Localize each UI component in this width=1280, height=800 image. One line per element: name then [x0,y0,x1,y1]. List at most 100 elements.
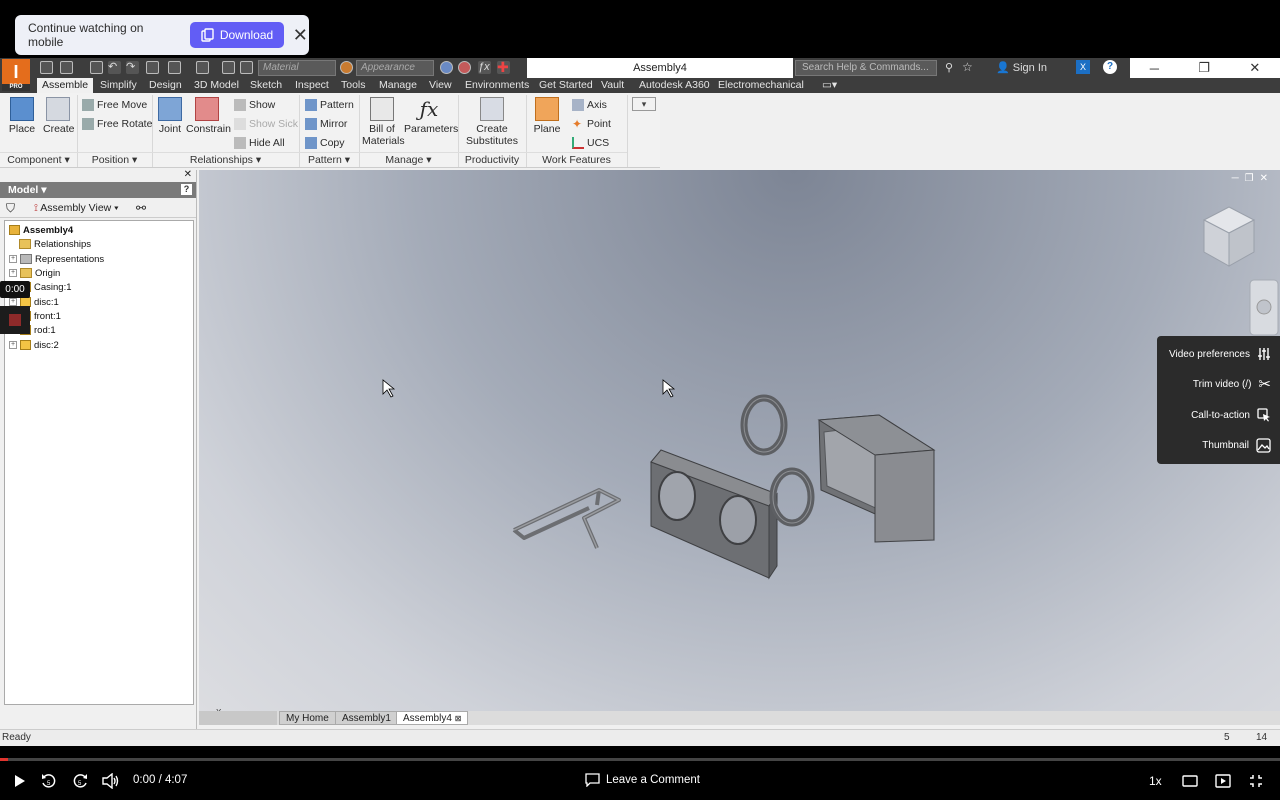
tab-inspect[interactable]: Inspect [295,78,329,93]
save-icon[interactable] [90,61,103,74]
tab-assemble[interactable]: Assemble [37,78,94,93]
expand-icon[interactable]: + [9,269,17,277]
ilogic-icon[interactable]: ✚ [497,60,510,74]
panel-pattern[interactable]: Pattern ▾ [299,152,359,167]
panel-component[interactable]: Component ▾ [0,152,77,167]
close-window-icon[interactable]: ✕ [1249,60,1260,76]
axis-button[interactable]: Axis [572,99,607,111]
video-preferences-item[interactable]: Video preferences [1157,339,1280,369]
download-button[interactable]: Download [190,22,284,48]
free-move-button[interactable]: Free Move [82,99,147,111]
tab-electromechanical[interactable]: Electromechanical [718,78,804,93]
tab-get-started[interactable]: Get Started [539,78,593,93]
banner-close-icon[interactable]: ✕ [292,25,309,46]
copy-button[interactable]: Copy [305,137,345,149]
tab-sketch[interactable]: Sketch [250,78,282,93]
tab-layout-controls[interactable] [199,711,277,725]
panel-position[interactable]: Position ▾ [77,152,152,167]
fx-icon[interactable]: ƒx [478,61,491,74]
volume-button[interactable] [101,771,121,791]
minimize-icon[interactable]: ─ [1150,61,1159,76]
picture-in-picture-button[interactable] [1213,771,1233,791]
thumbnail-item[interactable]: Thumbnail [1157,430,1280,460]
select-icon[interactable] [196,61,209,74]
ucs-button[interactable]: UCS [572,137,609,149]
update-icon[interactable] [168,61,181,74]
material-dropdown[interactable]: Material [258,60,336,76]
theater-mode-button[interactable] [1180,771,1200,791]
tree-item[interactable]: Relationships [19,237,91,251]
constrain-button[interactable]: Constrain [186,97,231,135]
expand-icon[interactable]: + [9,298,17,306]
plane-button[interactable]: Plane [532,97,562,135]
call-to-action-item[interactable]: Call-to-action [1157,400,1280,430]
tab-design[interactable]: Design [149,78,182,93]
leave-comment-button[interactable]: Leave a Comment [585,773,700,787]
parameters-button[interactable]: ƒx Parameters [404,97,458,135]
tree-item[interactable]: + disc:2 [9,338,59,352]
display-icon[interactable] [240,61,253,74]
help-search-input[interactable]: Search Help & Commands... [795,60,937,76]
tree-item[interactable]: + Representations [9,252,104,266]
exchange-icon[interactable]: X [1076,60,1090,74]
help-icon[interactable]: ? [1103,60,1117,74]
show-sick-button[interactable]: Show Sick [234,118,298,130]
filter-icon[interactable]: ⛉ [6,198,15,218]
ribbon-options-icon[interactable]: ▭▾ [822,78,837,93]
stop-recording-button[interactable] [0,306,30,334]
tab-autodesk-a360[interactable]: Autodesk A360 [639,78,710,93]
inventor-logo[interactable]: I PRO [2,59,30,91]
binoculars-icon[interactable]: ⚲ [945,61,953,74]
open-icon[interactable] [60,61,73,74]
rewind-button[interactable]: 5 [39,771,59,791]
measure-icon[interactable] [222,61,235,74]
doc-tab-assembly1[interactable]: Assembly1 [335,711,398,725]
joint-button[interactable]: Joint [156,97,184,135]
binoculars-find-icon[interactable]: ⚯ [136,198,146,218]
ribbon-expand-icon[interactable]: ▾ [632,97,656,111]
doc-tab-assembly4[interactable]: Assembly4 ⊠ [396,711,469,725]
panel-manage[interactable]: Manage ▾ [359,152,458,167]
assembly-view-dropdown[interactable]: ⟟ Assembly View ▾ [34,198,119,218]
tab-3d-model[interactable]: 3D Model [194,78,239,93]
create-button[interactable]: Create [43,97,75,135]
restore-icon[interactable]: ❐ [1198,60,1210,76]
tab-vault[interactable]: Vault [601,78,624,93]
mirror-button[interactable]: Mirror [305,118,347,130]
playback-speed-button[interactable]: 1x [1149,774,1162,788]
appearance-dropdown[interactable]: Appearance [356,60,434,76]
tab-view[interactable]: View [429,78,452,93]
view-cube-icon[interactable] [1202,206,1256,267]
tree-item[interactable]: + Origin [9,266,60,280]
panel-relationships[interactable]: Relationships ▾ [152,152,299,167]
star-icon[interactable]: ☆ [962,60,973,74]
pattern-button[interactable]: Pattern [305,99,354,111]
free-rotate-button[interactable]: Free Rotate [82,118,152,130]
create-substitutes-button[interactable]: Create Substitutes [464,97,520,147]
redo-icon[interactable]: ↷ [126,61,139,74]
expand-icon[interactable]: + [9,341,17,349]
new-icon[interactable] [40,61,53,74]
tab-close-icon[interactable]: ⊠ [455,714,462,723]
home-icon[interactable] [146,61,159,74]
tab-manage[interactable]: Manage [379,78,417,93]
sign-in-link[interactable]: 👤 Sign In [996,61,1047,74]
show-button[interactable]: Show [234,99,275,111]
browser-title[interactable]: Model ▾ [8,184,47,196]
tab-environments[interactable]: Environments [465,78,529,93]
play-button[interactable] [9,771,29,791]
trim-video-item[interactable]: Trim video (/) ✂ [1157,369,1280,399]
tab-simplify[interactable]: Simplify [100,78,137,93]
point-button[interactable]: ✦ Point [572,118,611,130]
browser-close-icon[interactable]: ✕ [184,169,192,180]
graphics-viewport[interactable]: ─❐✕ [199,170,1280,717]
hide-all-button[interactable]: Hide All [234,137,285,149]
steering-wheel-icon[interactable] [1256,299,1272,315]
place-button[interactable]: Place [7,97,37,135]
tree-root[interactable]: Assembly4 [9,223,73,237]
forward-button[interactable]: 5 [70,771,90,791]
undo-icon[interactable]: ↶ [108,61,121,74]
adjust-icon[interactable] [440,61,453,74]
doc-tab-my-home[interactable]: My Home [279,711,336,725]
bill-of-materials-button[interactable]: Bill of Materials [362,97,405,147]
